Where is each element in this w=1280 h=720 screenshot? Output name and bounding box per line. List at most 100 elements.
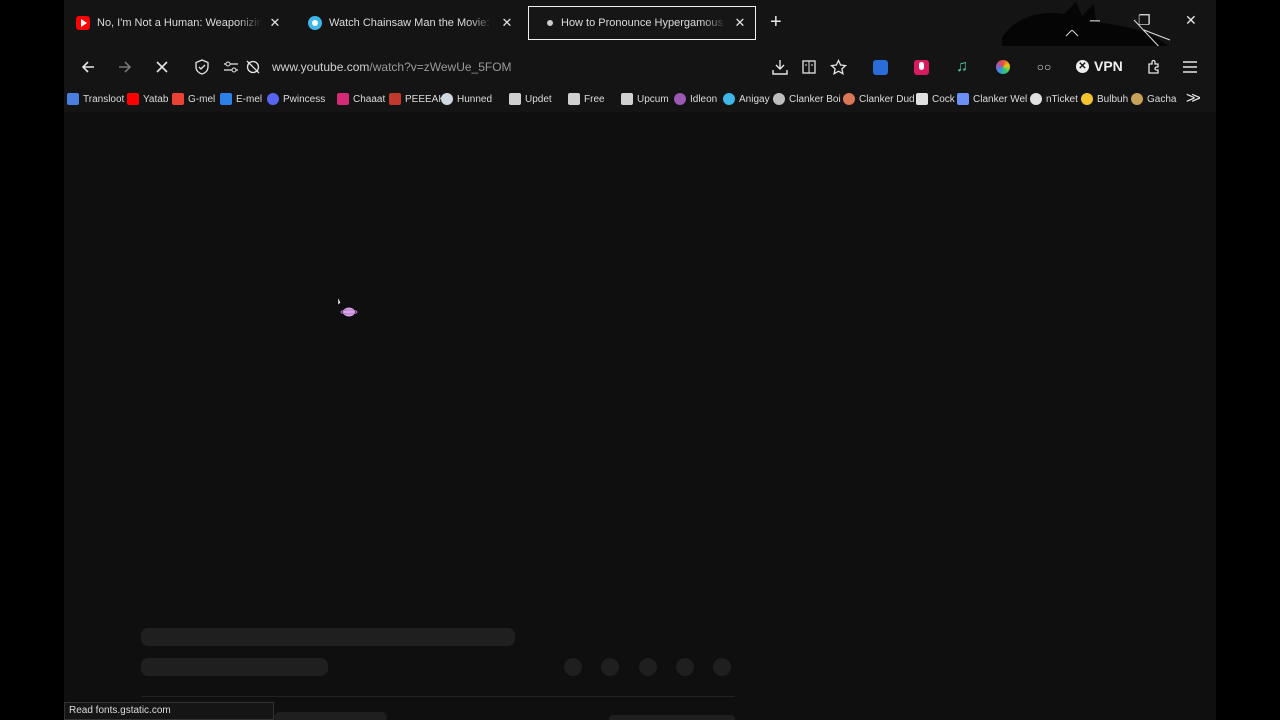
extension-glasses-button[interactable]: ○○: [1033, 56, 1055, 78]
browser-window: No, I'm Not a Human: Weaponizing Tr ✕ Wa…: [64, 0, 1216, 720]
gemini-icon: [957, 93, 969, 105]
star-icon: [829, 58, 847, 75]
forward-arrow-icon: [119, 61, 132, 73]
bookmark-item[interactable]: Chaaat: [337, 93, 385, 105]
page-content: [64, 112, 1216, 720]
bookmark-label: Idleon: [690, 93, 718, 105]
stack-icon: [568, 93, 580, 105]
tab-hypergamous[interactable]: How to Pronounce Hypergamous - Yo ✕: [528, 6, 756, 40]
youtube-icon: [127, 93, 139, 105]
skeleton-channel: [274, 712, 387, 720]
bookmark-label: Clanker Boi: [789, 93, 841, 105]
bookmark-item[interactable]: Pwincess: [267, 93, 325, 105]
close-tab-icon[interactable]: ✕: [733, 15, 747, 31]
extension-translate-button[interactable]: [869, 56, 891, 78]
steam-icon: [441, 93, 453, 105]
skeleton-action-dot: [564, 658, 582, 676]
bookmark-item[interactable]: Hunned: [441, 93, 492, 105]
microphone-icon: [913, 59, 929, 75]
bookmark-label: nTicket: [1046, 93, 1078, 105]
tab-chainsaw-man[interactable]: Watch Chainsaw Man the Movie: Reze ✕: [300, 6, 522, 40]
tab-strip: No, I'm Not a Human: Weaponizing Tr ✕ Wa…: [64, 0, 1216, 60]
bookmark-item[interactable]: Idleon: [674, 93, 717, 105]
tracking-protection-button[interactable]: [191, 56, 213, 78]
forward-button[interactable]: [114, 56, 136, 78]
bookmark-item[interactable]: Gacha: [1131, 93, 1176, 105]
stop-loading-button[interactable]: [151, 56, 173, 78]
anime-icon: [723, 93, 735, 105]
permissions-button[interactable]: [220, 56, 242, 78]
bookmark-item[interactable]: Yatab: [127, 93, 168, 105]
mouse-cursor-icon: [338, 297, 358, 317]
tab-youtube-video[interactable]: No, I'm Not a Human: Weaponizing Tr ✕: [68, 6, 290, 40]
minimize-icon[interactable]: ─: [1090, 12, 1100, 28]
address-bar[interactable]: www.youtube.com/watch?v=zWewUe_5FOM: [272, 60, 512, 74]
site-icon: [308, 16, 322, 30]
sliders-icon: [224, 61, 238, 73]
extension-palette-button[interactable]: [992, 56, 1014, 78]
openai-icon: [773, 93, 785, 105]
instagram-icon: [337, 93, 349, 105]
stack-icon: [509, 93, 521, 105]
menu-button[interactable]: [1179, 56, 1201, 78]
translate-icon: [67, 93, 79, 105]
status-bar: Read fonts.gstatic.com: [64, 702, 274, 720]
stack-icon: [621, 93, 633, 105]
bookmark-label: Clanker Wel: [973, 93, 1028, 105]
skeleton-subtitle: [141, 658, 328, 676]
bookmark-item[interactable]: E-mel: [220, 93, 262, 105]
skeleton-action-dot: [639, 658, 657, 676]
bookmark-item[interactable]: Transloot: [67, 93, 124, 105]
mail-icon: [220, 93, 232, 105]
camera-blocked-button[interactable]: [242, 56, 264, 78]
bookmark-item[interactable]: G-mel: [172, 93, 215, 105]
restore-icon[interactable]: ❐: [1138, 12, 1151, 29]
bookmark-item[interactable]: Clanker Boi: [773, 93, 841, 105]
bookmark-item[interactable]: Updet: [509, 93, 552, 105]
x-logo-icon: [916, 93, 928, 105]
bookmark-item[interactable]: Bulbuh: [1081, 93, 1128, 105]
close-tab-icon[interactable]: ✕: [268, 15, 282, 31]
back-arrow-icon: [81, 61, 94, 73]
downloads-button[interactable]: [769, 56, 791, 78]
globe-icon: [1030, 93, 1042, 105]
translate-extension-icon: [872, 59, 888, 75]
extension-mic-button[interactable]: [910, 56, 932, 78]
vpn-button[interactable]: ✕ VPN: [1076, 58, 1123, 74]
bookmark-item[interactable]: nTicket: [1030, 93, 1078, 105]
bookmark-label: Anigay: [739, 93, 770, 105]
extension-music-button[interactable]: ♫: [951, 56, 973, 78]
bookmark-item[interactable]: Clanker Wel: [957, 93, 1027, 105]
bookmark-item[interactable]: Clanker Dud: [843, 93, 915, 105]
reader-view-button[interactable]: [798, 56, 820, 78]
more-bookmarks-chevron-icon[interactable]: >>: [1186, 90, 1201, 108]
close-tab-icon[interactable]: ✕: [500, 15, 514, 31]
new-tab-button[interactable]: +: [770, 12, 782, 32]
claude-icon: [843, 93, 855, 105]
extensions-button[interactable]: [1143, 56, 1165, 78]
download-icon: [772, 60, 788, 75]
bookmark-item[interactable]: Anigay: [723, 93, 770, 105]
stop-icon: [156, 61, 168, 73]
book-icon: [389, 93, 401, 105]
bookmark-label: Upcum: [637, 93, 669, 105]
discord-icon: [267, 93, 279, 105]
sun-icon: [1131, 93, 1143, 105]
glasses-icon: ○○: [1036, 60, 1052, 74]
back-button[interactable]: [77, 56, 99, 78]
bookmark-star-button[interactable]: [827, 56, 849, 78]
bookmark-label: Yatab: [143, 93, 169, 105]
skeleton-meta: [609, 715, 735, 720]
camera-off-icon: [246, 60, 260, 74]
music-note-icon: ♫: [956, 58, 968, 75]
bookmark-item[interactable]: PEEEAK: [389, 93, 445, 105]
puzzle-icon: [1148, 59, 1159, 74]
close-window-icon[interactable]: ✕: [1185, 12, 1197, 29]
bookmark-item[interactable]: Cock: [916, 93, 955, 105]
bookmark-label: Cock: [932, 93, 955, 105]
bookmark-item[interactable]: Free: [568, 93, 605, 105]
bookmark-item[interactable]: Upcum: [621, 93, 669, 105]
url-path: /watch?v=zWewUe_5FOM: [369, 60, 512, 74]
shield-icon: [195, 59, 209, 75]
vpn-status-icon: ✕: [1076, 59, 1089, 73]
